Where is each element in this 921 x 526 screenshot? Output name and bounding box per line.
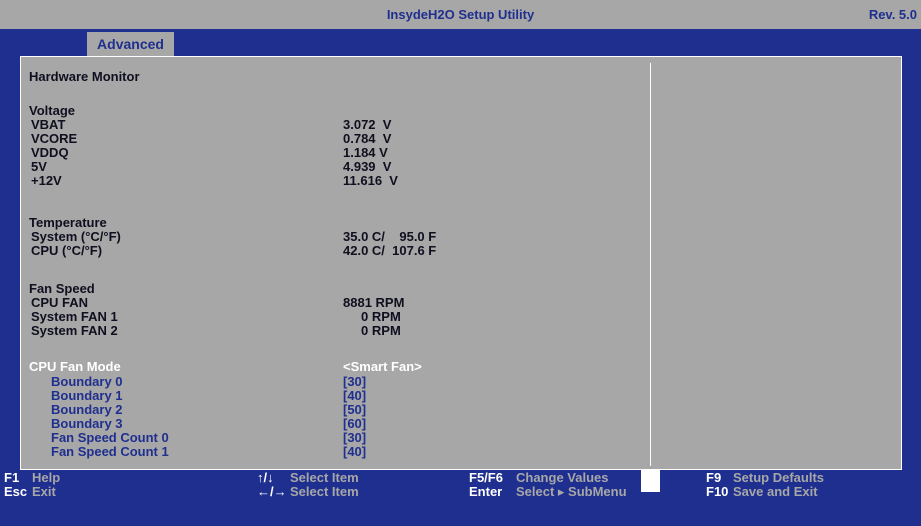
leftright-desc: Select Item xyxy=(290,484,359,499)
f9-desc: Setup Defaults xyxy=(733,470,825,485)
scroll-indicator xyxy=(641,470,660,492)
12v-label: +12V xyxy=(31,173,62,188)
updown-key: ↑/↓ xyxy=(257,470,274,485)
12v-value: 11.616 V xyxy=(343,173,398,188)
system-temp-label: System (°C/°F) xyxy=(31,229,121,244)
tab-advanced[interactable]: Advanced xyxy=(87,32,174,56)
leftright-key: ←/→ xyxy=(257,484,287,499)
f5f6-key: F5/F6 xyxy=(469,470,503,485)
cpu-fan-mode-select[interactable]: <Smart Fan> xyxy=(343,360,422,374)
cpu-temp-value: 42.0 C/ 107.6 F xyxy=(343,243,437,258)
5v-label: 5V xyxy=(31,159,47,174)
temperature-heading: Temperature xyxy=(29,215,107,230)
boundary-1-label[interactable]: Boundary 1 xyxy=(51,389,123,403)
fan-speed-count-0-value[interactable]: [30] xyxy=(343,431,366,445)
f10-key: F10 xyxy=(706,484,729,499)
system-fan1-label: System FAN 1 xyxy=(31,309,118,324)
boundary-3-value[interactable]: [60] xyxy=(343,417,366,431)
boundary-2-label[interactable]: Boundary 2 xyxy=(51,403,123,417)
vcore-label: VCORE xyxy=(31,131,78,146)
main-panel: Hardware Monitor Voltage VBAT 3.072 V VC… xyxy=(20,56,902,470)
f5f6-desc: Change Values xyxy=(516,470,609,485)
title-bar: InsydeH2O Setup Utility Rev. 5.0 xyxy=(0,0,921,29)
fan-speed-heading: Fan Speed xyxy=(29,281,95,296)
vbat-value: 3.072 V xyxy=(343,117,392,132)
vddq-label: VDDQ xyxy=(31,145,69,160)
revision-label: Rev. 5.0 xyxy=(868,7,917,22)
cpu-fan-value: 8881 RPM xyxy=(343,295,405,310)
tab-bar: Advanced xyxy=(0,29,921,56)
app-title: InsydeH2O Setup Utility xyxy=(386,7,535,22)
voltage-heading: Voltage xyxy=(29,103,75,118)
boundary-1-value[interactable]: [40] xyxy=(343,389,366,403)
cpu-fan-label: CPU FAN xyxy=(31,295,89,310)
cpu-fan-mode-label[interactable]: CPU Fan Mode xyxy=(29,360,121,374)
vbat-label: VBAT xyxy=(31,117,66,132)
5v-value: 4.939 V xyxy=(343,159,392,174)
fan-speed-count-0-label[interactable]: Fan Speed Count 0 xyxy=(51,431,169,445)
updown-desc: Select Item xyxy=(290,470,359,485)
system-fan2-value: 0 RPM xyxy=(343,323,401,338)
page-title: Hardware Monitor xyxy=(29,69,140,84)
vddq-value: 1.184 V xyxy=(343,145,388,160)
help-pane xyxy=(651,57,901,469)
system-temp-value: 35.0 C/ 95.0 F xyxy=(343,229,437,244)
enter-desc: Select ▸ SubMenu xyxy=(516,484,627,499)
f1-desc: Help xyxy=(32,470,61,485)
fan-speed-count-1-value[interactable]: [40] xyxy=(343,445,366,459)
f9-key: F9 xyxy=(706,470,722,485)
boundary-0-label[interactable]: Boundary 0 xyxy=(51,375,123,389)
boundary-0-value[interactable]: [30] xyxy=(343,375,366,389)
boundary-3-label[interactable]: Boundary 3 xyxy=(51,417,123,431)
enter-key: Enter xyxy=(469,484,503,499)
system-fan1-value: 0 RPM xyxy=(343,309,401,324)
vcore-value: 0.784 V xyxy=(343,131,392,146)
f10-desc: Save and Exit xyxy=(733,484,818,499)
f1-key: F1 xyxy=(4,470,20,485)
boundary-2-value[interactable]: [50] xyxy=(343,403,366,417)
fan-speed-count-1-label[interactable]: Fan Speed Count 1 xyxy=(51,445,169,459)
esc-key: Esc xyxy=(4,484,28,499)
cpu-temp-label: CPU (°C/°F) xyxy=(31,243,103,258)
esc-desc: Exit xyxy=(32,484,56,499)
key-help-bar: F1 Help Esc Exit ↑/↓ Select Item ←/→ Sel… xyxy=(0,470,921,526)
system-fan2-label: System FAN 2 xyxy=(31,323,118,338)
